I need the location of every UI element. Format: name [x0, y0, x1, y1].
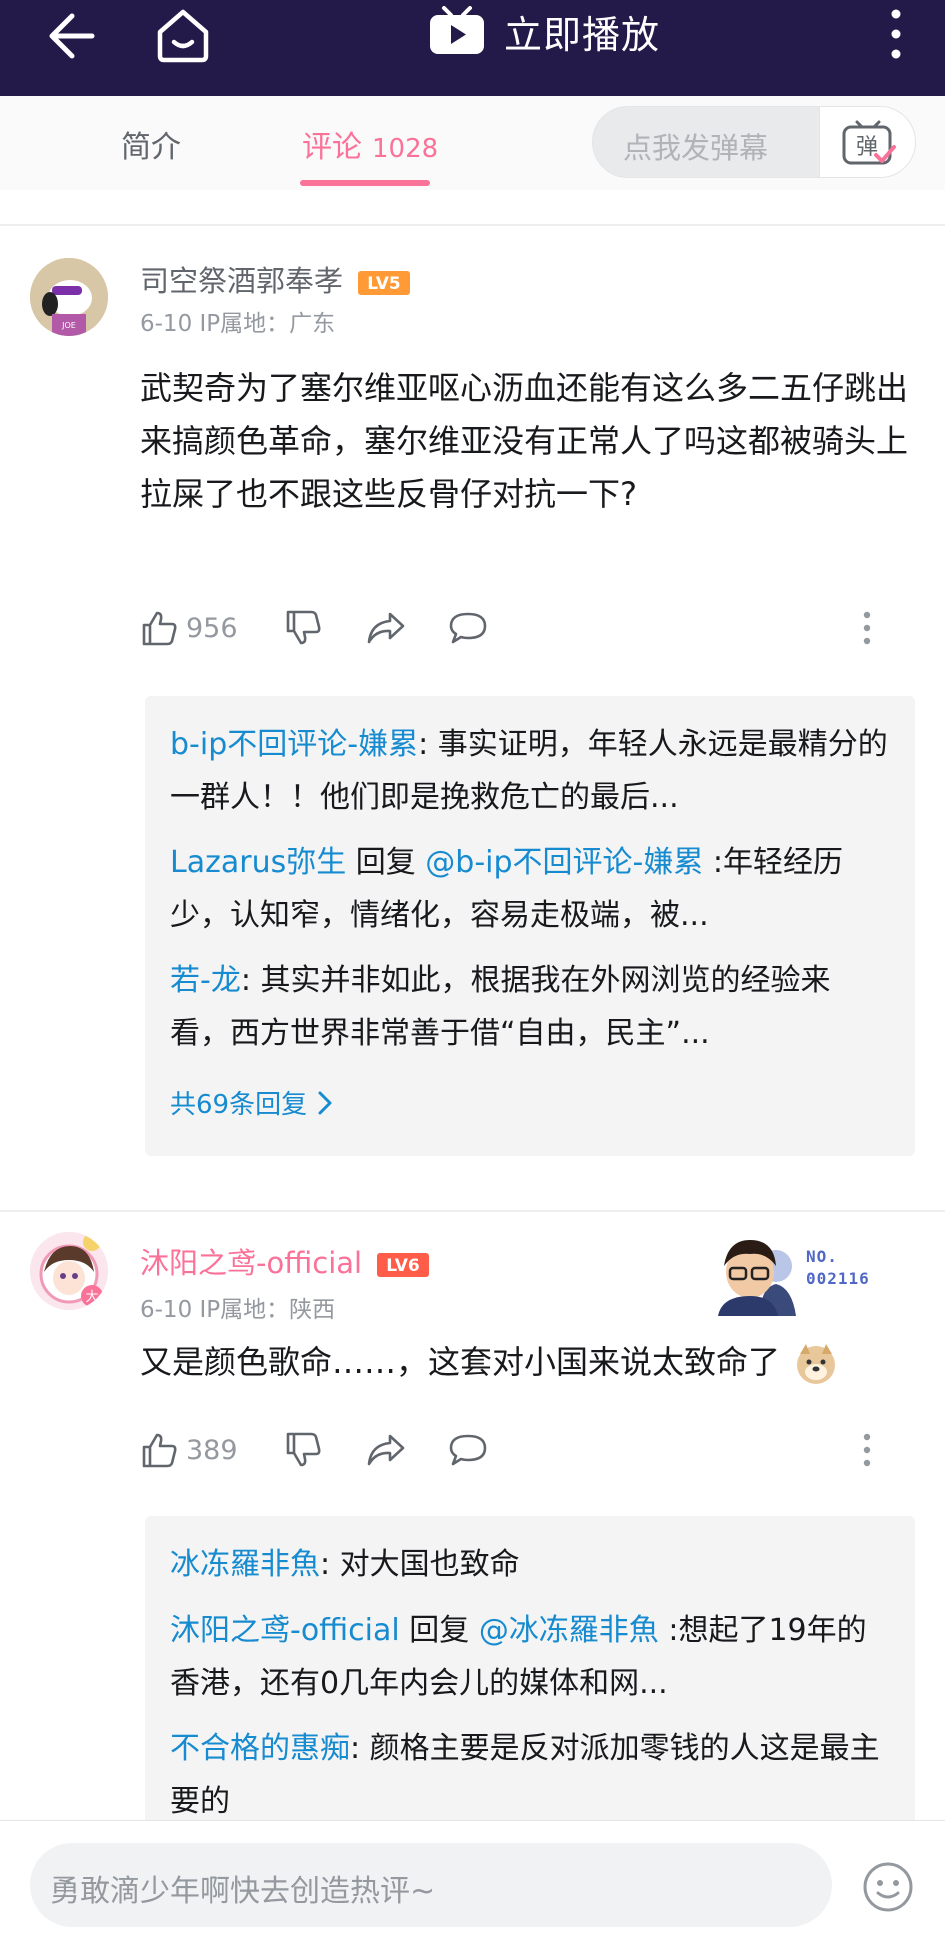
comment-more-icon[interactable] — [862, 610, 872, 646]
reply-separator: : — [418, 727, 438, 762]
reply-author[interactable]: Lazarus弥生 — [170, 845, 346, 880]
divider — [0, 1210, 945, 1212]
comment-input[interactable]: 勇敢滴少年啊快去创造热评~ — [30, 1843, 832, 1927]
fan-number: NO. 002116 — [806, 1246, 870, 1290]
comment-meta: 6-10 IP属地：陕西 — [140, 1297, 336, 1323]
level-badge-icon: LV6 — [377, 1253, 430, 1277]
reply-author[interactable]: 冰冻羅非魚 — [170, 1547, 320, 1582]
svg-text:大: 大 — [85, 1290, 98, 1305]
back-arrow-icon[interactable] — [40, 6, 100, 66]
thumbs-up-icon — [142, 1433, 177, 1468]
tab-comments[interactable]: 评论 1028 — [302, 122, 438, 166]
reply-text: 其实并非如此，根据我在外网浏览的经验来看，西方世界非常善于借“自由，民主”... — [170, 963, 831, 1051]
reply-word: 回复 — [346, 845, 426, 880]
comment-actions: 956 — [140, 608, 900, 648]
comment-more-icon[interactable] — [862, 1432, 872, 1468]
comment-count: 1028 — [372, 134, 439, 164]
play-now-label: 立即播放 — [504, 12, 661, 57]
username[interactable]: 沐阳之鸢-official LV6 — [140, 1240, 430, 1282]
reply-item[interactable]: 沐阳之鸢-official 回复 @冰冻羅非魚 :想起了19年的香港，还有0几年… — [170, 1604, 890, 1710]
reply-button[interactable] — [448, 1430, 488, 1470]
like-count: 389 — [186, 1434, 238, 1466]
reply-separator: : — [240, 963, 261, 998]
reply-author[interactable]: 不合格的惠痴 — [170, 1731, 350, 1766]
tab-comments-label: 评论 — [302, 130, 362, 165]
danmaku-tv-icon: 弹 — [842, 120, 896, 165]
reply-preview-box[interactable]: 冰冻羅非魚: 对大国也致命 沐阳之鸢-official 回复 @冰冻羅非魚 :想… — [145, 1516, 915, 1846]
anime-avatar-image: 大 — [30, 1232, 108, 1310]
fan-medal-card[interactable]: NO. 002116 — [716, 1232, 896, 1328]
username-text: 司空祭酒郭奉孝 — [140, 264, 344, 298]
view-all-replies-link[interactable]: 共69条回复 — [170, 1084, 333, 1121]
reply-author[interactable]: 沐阳之鸢-official — [170, 1613, 400, 1648]
thumbs-down-icon — [286, 610, 321, 645]
fan-number-value: 002116 — [806, 1269, 870, 1288]
danmaku-input[interactable]: 点我发弹幕 弹 — [592, 106, 916, 178]
video-tabs: 简介 评论 1028 点我发弹幕 弹 — [0, 96, 945, 190]
reply-text: 对大国也致命 — [339, 1547, 520, 1582]
avatar[interactable]: 大 — [30, 1232, 108, 1310]
svg-text:LV5: LV5 — [367, 274, 400, 294]
comment-text: 又是颜色歌命……，这套对小国来说太致命了 — [140, 1336, 910, 1389]
reply-author[interactable]: 若-龙 — [170, 963, 241, 998]
svg-text:LV6: LV6 — [386, 1256, 419, 1276]
comment-bubble-icon — [449, 612, 487, 644]
divider — [0, 224, 945, 226]
comment-bubble-icon — [449, 1434, 487, 1466]
reply-mention[interactable]: @冰冻羅非魚 — [479, 1613, 659, 1648]
top-app-bar: 立即播放 — [0, 0, 945, 96]
doge-emoji-icon — [797, 1344, 836, 1384]
reply-item[interactable]: 若-龙: 其实并非如此，根据我在外网浏览的经验来看，西方世界非常善于借“自由，民… — [170, 954, 890, 1060]
tab-intro[interactable]: 简介 — [121, 122, 181, 166]
home-tv-icon[interactable] — [152, 4, 214, 66]
comment-actions: 389 — [140, 1430, 900, 1470]
share-icon — [367, 1434, 405, 1466]
more-vertical-icon[interactable] — [884, 6, 908, 62]
username[interactable]: 司空祭酒郭奉孝 LV5 — [140, 258, 411, 300]
chevron-right-icon — [318, 1091, 332, 1114]
dislike-button[interactable] — [284, 1430, 322, 1470]
comment-text: 武契奇为了塞尔维亚呕心沥血还能有这么多二五仔跳出来搞颜色革命，塞尔维亚没有正常人… — [140, 369, 909, 513]
reply-item[interactable]: 不合格的惠痴: 颜格主要是反对派加零钱的人这是最主要的 — [170, 1722, 890, 1828]
share-button[interactable] — [366, 608, 406, 648]
like-button[interactable]: 956 — [140, 608, 238, 648]
tv-play-icon — [430, 6, 484, 54]
reply-mention[interactable]: @b-ip不回评论-嫌累 — [425, 845, 703, 880]
comment-input-bar: 勇敢滴少年啊快去创造热评~ — [0, 1820, 945, 1944]
avatar[interactable]: JOE — [30, 258, 108, 336]
dislike-button[interactable] — [284, 608, 322, 648]
danmaku-placeholder: 点我发弹幕 — [623, 131, 769, 165]
reply-item[interactable]: Lazarus弥生 回复 @b-ip不回评论-嫌累 :年轻经历少，认知窄，情绪化… — [170, 836, 890, 942]
like-count: 956 — [186, 612, 238, 644]
view-all-replies-label: 共69条回复 — [170, 1090, 308, 1120]
fan-card-avatar-image — [718, 1240, 796, 1316]
reply-button[interactable] — [448, 608, 488, 648]
username-text: 沐阳之鸢-official — [140, 1246, 363, 1280]
reply-separator: : — [320, 1547, 340, 1582]
like-button[interactable]: 389 — [140, 1430, 238, 1470]
level-badge-icon: LV5 — [358, 271, 411, 295]
share-icon — [367, 612, 405, 644]
reply-item[interactable]: b-ip不回评论-嫌累: 事实证明，年轻人永远是最精分的一群人！！他们即是挽救危… — [170, 718, 890, 824]
reply-author[interactable]: b-ip不回评论-嫌累 — [170, 727, 418, 762]
emoji-icon[interactable] — [862, 1861, 914, 1913]
reply-preview-box[interactable]: b-ip不回评论-嫌累: 事实证明，年轻人永远是最精分的一群人！！他们即是挽救危… — [145, 696, 915, 1156]
comment-input-placeholder: 勇敢滴少年啊快去创造热评~ — [50, 1874, 436, 1909]
snoopy-avatar-image: JOE — [30, 258, 108, 336]
fan-number-prefix: NO. — [806, 1247, 838, 1266]
thumbs-up-icon — [142, 611, 177, 646]
danmaku-toggle-button[interactable]: 弹 — [819, 107, 915, 177]
play-now-button[interactable]: 立即播放 — [428, 0, 660, 62]
reply-word: 回复 — [399, 1613, 479, 1648]
reply-item[interactable]: 冰冻羅非魚: 对大国也致命 — [170, 1538, 890, 1591]
comment-text-body: 又是颜色歌命……，这套对小国来说太致命了 — [140, 1343, 781, 1381]
svg-text:JOE: JOE — [61, 321, 76, 330]
comment-meta: 6-10 IP属地：广东 — [140, 311, 336, 337]
share-button[interactable] — [366, 1430, 406, 1470]
active-tab-indicator — [300, 180, 430, 186]
reply-separator: : — [350, 1731, 370, 1766]
thumbs-down-icon — [286, 1432, 321, 1467]
